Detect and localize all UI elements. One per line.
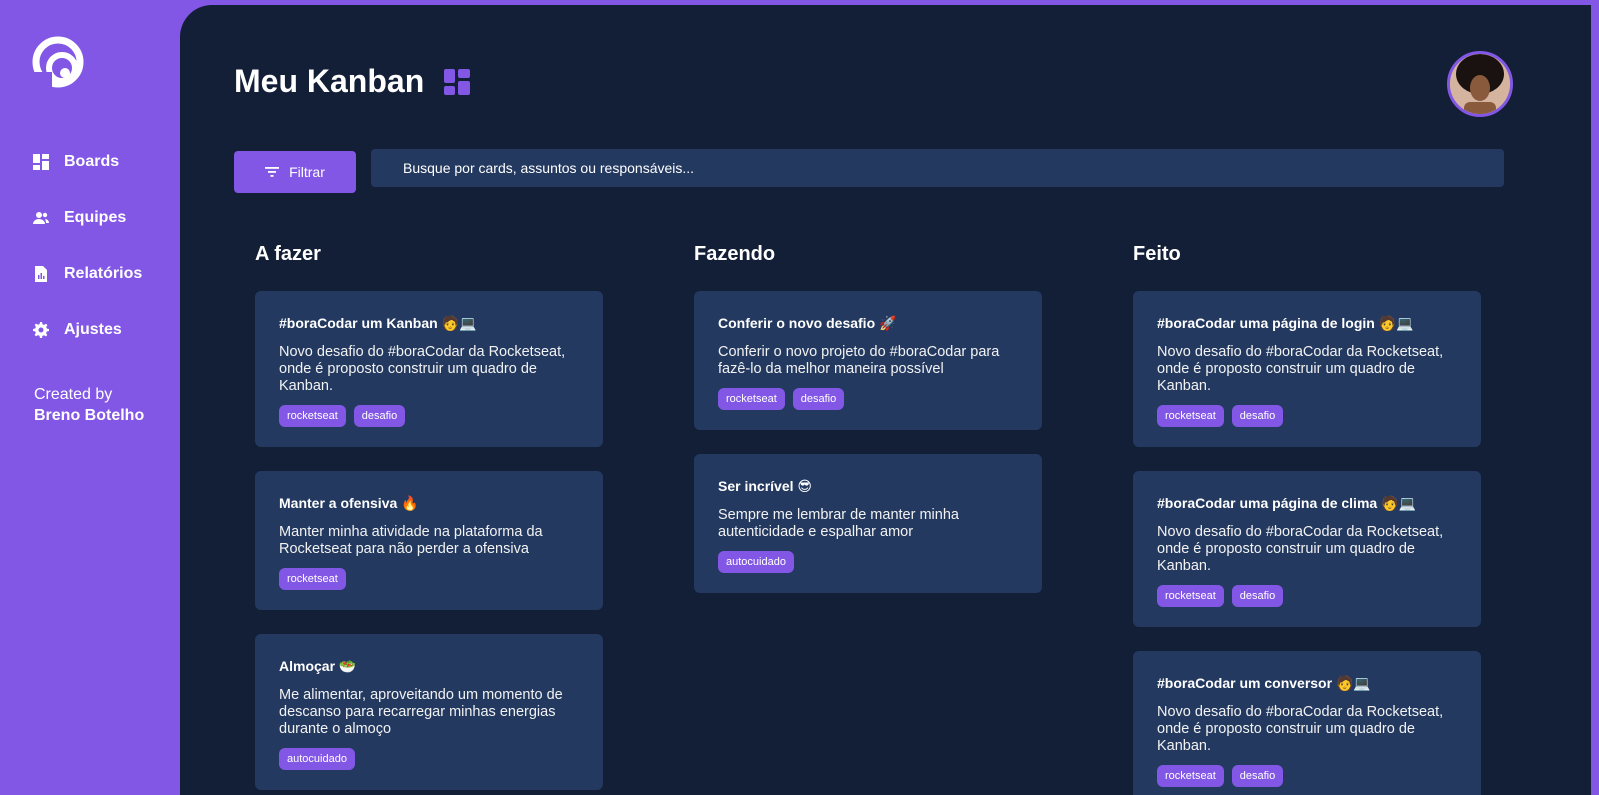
sidebar-item-label: Boards xyxy=(64,153,120,170)
column-fazendo: Fazendo Conferir o novo desafio 🚀 Confer… xyxy=(694,243,1042,617)
card-description: Novo desafio do #boraCodar da Rocketseat… xyxy=(1157,344,1444,394)
sidebar-item-label: Ajustes xyxy=(64,321,122,338)
card-description: Novo desafio do #boraCodar da Rocketseat… xyxy=(1157,524,1444,574)
card-title: Conferir o novo desafio 🚀 xyxy=(718,315,897,331)
tag[interactable]: rocketseat xyxy=(1157,765,1224,787)
sidebar-item-equipes[interactable]: Equipes xyxy=(33,204,142,232)
sidebar-item-label: Equipes xyxy=(64,209,127,226)
card-description: Conferir o novo projeto do #boraCodar pa… xyxy=(718,344,1000,377)
card-tags: rocketseat desafio xyxy=(1157,405,1457,427)
card-tags: rocketseat desafio xyxy=(1157,765,1457,787)
column-title: Feito xyxy=(1133,243,1181,265)
card-description: Novo desafio do #boraCodar da Rocketseat… xyxy=(1157,704,1444,754)
filter-button-label: Filtrar xyxy=(289,164,325,180)
card-tags: rocketseat desafio xyxy=(718,388,1018,410)
card-title: Almoçar 🥗 xyxy=(279,658,357,674)
tag[interactable]: rocketseat xyxy=(718,388,785,410)
top-accent-strip xyxy=(0,0,1599,4)
kanban-card[interactable]: Ser incrível 😎 Sempre me lembrar de mant… xyxy=(694,454,1042,593)
kanban-card[interactable]: Almoçar 🥗 Me alimentar, aproveitando um … xyxy=(255,634,603,790)
kanban-card[interactable]: #boraCodar um Kanban 🧑💻 Novo desafio do … xyxy=(255,291,603,447)
report-icon xyxy=(35,266,47,282)
card-description: Manter minha atividade na plataforma da … xyxy=(279,524,543,557)
tag[interactable]: desafio xyxy=(792,388,845,410)
sidebar-item-label: Relatórios xyxy=(64,265,143,282)
kanban-card[interactable]: #boraCodar um conversor 🧑💻 Novo desafio … xyxy=(1133,651,1481,795)
tag[interactable]: rocketseat xyxy=(1157,585,1224,607)
main-content: Meu Kanban Filtrar A fazer #boraCodar um… xyxy=(180,5,1599,795)
card-title: #boraCodar um Kanban 🧑💻 xyxy=(279,315,477,331)
sidebar-item-ajustes[interactable]: Ajustes xyxy=(33,316,142,344)
column-a-fazer: A fazer #boraCodar um Kanban 🧑💻 Novo des… xyxy=(255,243,603,795)
gear-icon xyxy=(33,322,49,338)
dashboard-icon xyxy=(444,68,471,95)
card-title: Ser incrível 😎 xyxy=(718,478,812,494)
right-accent-edge xyxy=(1591,0,1599,795)
tag[interactable]: desafio xyxy=(1231,405,1284,427)
tag[interactable]: desafio xyxy=(1231,585,1284,607)
column-title: A fazer xyxy=(255,243,321,265)
credit-author: Breno Botelho xyxy=(34,407,145,424)
card-title: #boraCodar uma página de clima 🧑💻 xyxy=(1157,495,1416,511)
avatar[interactable] xyxy=(1447,51,1513,117)
tag[interactable]: desafio xyxy=(353,405,406,427)
filter-button[interactable]: Filtrar xyxy=(234,151,356,193)
card-description: Me alimentar, aproveitando um momento de… xyxy=(279,687,563,737)
page-title: Meu Kanban xyxy=(234,63,425,99)
tag[interactable]: autocuidado xyxy=(718,551,794,573)
kanban-card[interactable]: Conferir o novo desafio 🚀 Conferir o nov… xyxy=(694,291,1042,430)
credit: Created by Breno Botelho xyxy=(34,384,144,426)
card-tags: rocketseat desafio xyxy=(279,405,579,427)
column-title: Fazendo xyxy=(694,243,776,265)
avatar-portrait-icon xyxy=(1450,54,1510,114)
sidebar-item-relatorios[interactable]: Relatórios xyxy=(33,260,142,288)
sidebar-nav: Boards Equipes Relatórios Ajustes xyxy=(33,148,142,372)
search-input[interactable] xyxy=(371,149,1504,187)
title-row: Meu Kanban xyxy=(234,63,471,100)
column-feito: Feito #boraCodar uma página de login 🧑💻 … xyxy=(1133,243,1481,795)
tag[interactable]: rocketseat xyxy=(279,405,346,427)
filter-icon xyxy=(265,167,280,177)
app-logo-icon xyxy=(32,36,84,88)
card-title: #boraCodar uma página de login 🧑💻 xyxy=(1157,315,1414,331)
grid-icon xyxy=(33,154,49,170)
users-icon xyxy=(33,212,49,224)
card-title: Manter a ofensiva 🔥 xyxy=(279,495,419,511)
credit-prefix: Created by xyxy=(34,386,113,403)
tag[interactable]: rocketseat xyxy=(1157,405,1224,427)
card-title: #boraCodar um conversor 🧑💻 xyxy=(1157,675,1371,691)
card-tags: autocuidado xyxy=(718,551,1018,573)
card-tags: autocuidado xyxy=(279,748,579,770)
tag[interactable]: autocuidado xyxy=(279,748,355,770)
kanban-card[interactable]: Manter a ofensiva 🔥 Manter minha ativida… xyxy=(255,471,603,610)
card-tags: rocketseat xyxy=(279,568,579,590)
sidebar: Boards Equipes Relatórios Ajustes Create… xyxy=(0,0,180,795)
card-tags: rocketseat desafio xyxy=(1157,585,1457,607)
tag[interactable]: desafio xyxy=(1231,765,1284,787)
card-description: Novo desafio do #boraCodar da Rocketseat… xyxy=(279,344,566,394)
kanban-card[interactable]: #boraCodar uma página de login 🧑💻 Novo d… xyxy=(1133,291,1481,447)
tag[interactable]: rocketseat xyxy=(279,568,346,590)
card-description: Sempre me lembrar de manter minha autent… xyxy=(718,507,959,540)
sidebar-item-boards[interactable]: Boards xyxy=(33,148,142,176)
kanban-card[interactable]: #boraCodar uma página de clima 🧑💻 Novo d… xyxy=(1133,471,1481,627)
